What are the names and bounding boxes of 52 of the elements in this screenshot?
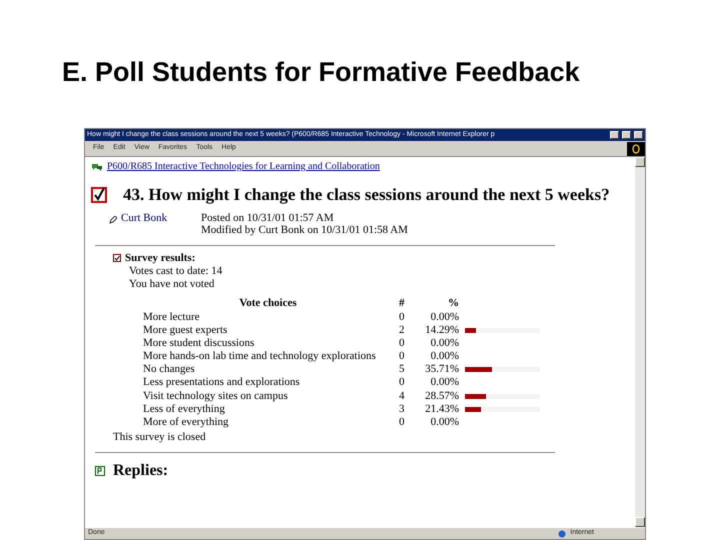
choice-label: Less of everything [143,402,226,416]
votes-count: Votes cast to date: 14 [129,264,224,278]
choice-label: More hands-on lab time and technology explorations [143,350,377,364]
vote-percent: 0.00% [430,350,459,364]
vote-status: You have not voted [129,278,216,292]
posted-date: Posted on 10/31/01 01:57 AM [201,212,335,224]
checkbox-icon [91,186,107,203]
vote-percent: 28.57% [424,390,459,403]
breadcrumb-link[interactable]: P600/R685 Interactive Technologies for Learning and Collaboration [107,159,380,174]
pencil-icon [109,216,117,224]
vote-count: 0 [399,350,406,364]
column-header: Vote choices [238,297,298,311]
slide-title: E. Poll Students for Formative Feedback [61,56,581,89]
column-header: % [447,297,459,311]
choice-label: No changes [143,363,196,376]
author-link[interactable]: Curt Bonk [121,212,168,224]
question-title: 43. How might I change the class sessions around the next 5 weeks? [123,184,610,206]
vote-percent: 35.71% [424,363,459,376]
vote-count: 3 [399,402,406,416]
survey-closed-note: This survey is closed [113,431,207,444]
choice-label: More lecture [143,310,200,324]
survey-heading: Survey results: [125,252,196,265]
replies-heading: Replies: [113,461,168,482]
vote-count: 0 [399,310,406,324]
vote-count: 0 [399,376,406,390]
close-button[interactable] [634,131,643,139]
column-header: # [399,297,406,311]
replies-icon [95,466,105,476]
vote-count: 5 [399,363,406,376]
choice-label: Visit technology sites on campus [143,390,289,403]
vote-percent: 0.00% [430,376,459,390]
vote-percent: 0.00% [430,336,459,350]
vote-count: 0 [399,416,406,430]
choice-label: Less presentations and explorations [143,376,301,390]
vote-percent: 0.00% [430,416,459,430]
vote-percent: 0.00% [430,310,459,324]
scroll-up-button[interactable] [635,157,645,167]
scroll-down-button[interactable] [635,517,645,527]
checkbox-icon [113,254,121,262]
choice-label: More of everything [143,416,230,430]
maximize-button[interactable] [622,131,631,139]
vote-count: 4 [399,390,406,403]
vote-percent: 14.29% [424,324,459,337]
vote-percent: 21.43% [424,402,459,416]
choice-label: More guest experts [143,324,228,337]
minimize-button[interactable] [610,131,619,139]
browser-logo-icon [627,142,645,156]
modified-date: Modified by Curt Bonk on 10/31/01 01:58 AM [201,224,408,237]
vote-count: 0 [399,336,406,350]
vote-count: 2 [399,324,406,337]
choice-label: More student discussions [143,336,256,350]
discussion-icon [91,162,103,170]
